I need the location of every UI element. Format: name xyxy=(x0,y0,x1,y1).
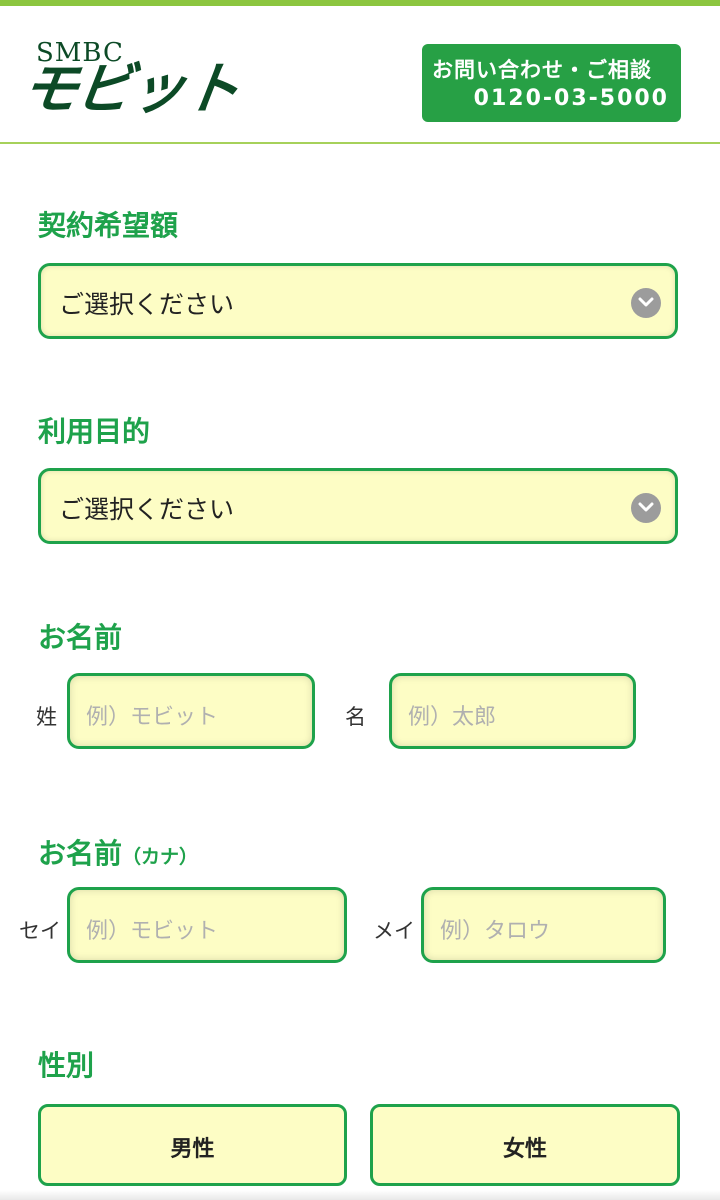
smbc-mobit-logo[interactable]: SMBC モビット xyxy=(18,38,272,128)
name-kana-label: お名前（カナ） xyxy=(38,832,198,872)
bottom-edge-shadow xyxy=(0,1190,720,1200)
contact-label: お問い合わせ・ご相談 xyxy=(432,58,652,82)
last-name-kana-prefix: セイ xyxy=(19,919,61,943)
site-header: SMBC モビット お問い合わせ・ご相談 0120-03-5000 xyxy=(0,6,720,142)
logo-mobit-text: モビット xyxy=(17,57,243,122)
first-name-placeholder: 例）太郎 xyxy=(408,705,497,730)
first-name-prefix: 名 xyxy=(345,705,366,729)
last-name-kana-input[interactable]: 例）モビット xyxy=(67,887,347,963)
gender-male-button[interactable]: 男性 xyxy=(38,1104,347,1186)
chevron-down-icon xyxy=(631,493,661,523)
first-name-input[interactable]: 例）太郎 xyxy=(389,673,636,749)
gender-female-button[interactable]: 女性 xyxy=(370,1104,680,1186)
last-name-input[interactable]: 例）モビット xyxy=(67,673,315,749)
contract-amount-select[interactable]: ご選択ください xyxy=(38,263,678,339)
contract-amount-value: ご選択ください xyxy=(59,290,235,319)
purpose-select[interactable]: ご選択ください xyxy=(38,468,678,544)
last-name-kana-placeholder: 例）モビット xyxy=(86,919,219,944)
first-name-kana-input[interactable]: 例）タロウ xyxy=(421,887,666,963)
gender-female-label: 女性 xyxy=(502,1137,547,1162)
purpose-value: ご選択ください xyxy=(59,495,235,524)
first-name-kana-prefix: メイ xyxy=(373,919,415,943)
chevron-down-icon xyxy=(631,288,661,318)
name-label: お名前 xyxy=(38,621,123,654)
contact-phone-button[interactable]: お問い合わせ・ご相談 0120-03-5000 xyxy=(422,44,681,122)
last-name-prefix: 姓 xyxy=(36,705,57,729)
purpose-label: 利用目的 xyxy=(38,415,151,448)
header-divider xyxy=(0,142,720,144)
name-kana-label-main: お名前 xyxy=(38,837,123,870)
name-kana-label-sub: （カナ） xyxy=(122,846,199,868)
first-name-kana-placeholder: 例）タロウ xyxy=(440,919,551,944)
last-name-placeholder: 例）モビット xyxy=(86,705,219,730)
contact-phone-number: 0120-03-5000 xyxy=(473,86,669,111)
contract-amount-label: 契約希望額 xyxy=(38,209,179,242)
gender-label: 性別 xyxy=(38,1049,95,1082)
gender-male-label: 男性 xyxy=(170,1137,215,1162)
